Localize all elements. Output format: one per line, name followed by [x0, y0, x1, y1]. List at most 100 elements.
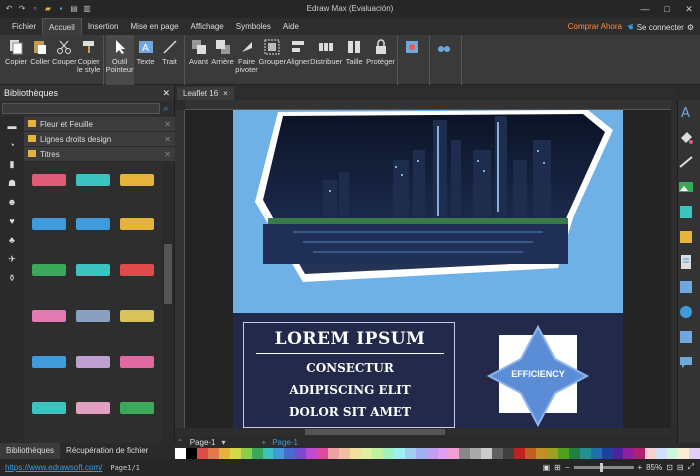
banner-shape[interactable]: [32, 174, 66, 186]
hyperlink-icon[interactable]: [678, 304, 694, 320]
color-palette[interactable]: [175, 448, 700, 459]
send-backward-button[interactable]: Arrière: [211, 35, 235, 85]
fill-icon[interactable]: [678, 129, 694, 145]
export-icon[interactable]: ▥: [82, 4, 92, 14]
shadow-icon[interactable]: [678, 204, 694, 220]
banner-shape[interactable]: [32, 310, 66, 322]
banner-shape[interactable]: [76, 174, 110, 186]
add-page-icon[interactable]: +: [262, 438, 267, 447]
close-library-icon[interactable]: ✕: [164, 132, 175, 147]
zoom-in-icon[interactable]: +: [638, 463, 643, 472]
banner-shape[interactable]: [120, 264, 154, 276]
paste-button[interactable]: Coller: [28, 35, 52, 85]
view-normal-icon[interactable]: ▣: [543, 463, 551, 472]
size-button[interactable]: Taille: [342, 35, 366, 85]
category-2-icon[interactable]: ◔: [0, 136, 24, 155]
zoom-out-icon[interactable]: −: [565, 463, 570, 472]
close-tab-icon[interactable]: ×: [223, 87, 228, 100]
settings-icon[interactable]: ⚙: [687, 23, 694, 32]
close-button[interactable]: ✕: [678, 0, 700, 18]
copy-style-button[interactable]: Copier le style: [77, 35, 101, 85]
library-item-fleur[interactable]: Fleur et Feuille ✕: [24, 117, 175, 132]
zoom-slider-knob[interactable]: [599, 462, 603, 472]
full-screen-icon[interactable]: ⤢: [688, 462, 694, 472]
banner-shape[interactable]: [76, 264, 110, 276]
canvas-horizontal-scrollbar[interactable]: [175, 428, 671, 436]
category-5-icon[interactable]: ☻: [0, 193, 24, 212]
properties-icon[interactable]: [678, 279, 694, 295]
distribute-button[interactable]: Distribuer: [310, 35, 342, 85]
hscroll-thumb[interactable]: [305, 429, 445, 435]
banner-shape[interactable]: [120, 174, 154, 186]
close-library-icon[interactable]: ✕: [164, 147, 175, 162]
view-fit-icon[interactable]: ⊞: [554, 463, 561, 472]
fit-width-icon[interactable]: ⊟: [677, 463, 684, 472]
banner-shape[interactable]: [32, 264, 66, 276]
library-item-titres[interactable]: Titres ✕: [24, 147, 175, 162]
image-icon[interactable]: [678, 179, 694, 195]
copy-button[interactable]: Copier: [4, 35, 28, 85]
banner-shape[interactable]: [76, 310, 110, 322]
open-folder-icon[interactable]: ▰: [43, 4, 53, 14]
banner-shape[interactable]: [32, 356, 66, 368]
flyer-text-box[interactable]: LOREM IPSUM CONSECTUR ADIPISCING ELIT DO…: [243, 322, 455, 428]
minimize-button[interactable]: —: [634, 0, 656, 18]
buy-now-link[interactable]: Comprar Ahora: [568, 22, 622, 31]
text-tool-button[interactable]: A Texte: [134, 35, 158, 85]
undo-icon[interactable]: ↶: [4, 4, 14, 14]
banner-shape[interactable]: [76, 356, 110, 368]
comment-icon[interactable]: [678, 354, 694, 370]
theme-button[interactable]: [400, 35, 424, 85]
search-icon[interactable]: ⌕: [160, 103, 172, 114]
flyer-page[interactable]: LOREM IPSUM CONSECTUR ADIPISCING ELIT DO…: [233, 110, 623, 428]
page-nav-icon[interactable]: ⌃: [177, 438, 184, 447]
align-button[interactable]: Aligner: [286, 35, 310, 85]
line-tool-button[interactable]: Trait: [158, 35, 182, 85]
library-search-input[interactable]: [2, 102, 160, 114]
tab-insertion[interactable]: Insertion: [82, 18, 125, 35]
tab-symboles[interactable]: Symboles: [230, 18, 277, 35]
text-format-icon[interactable]: A: [678, 104, 694, 121]
layer-icon[interactable]: [678, 229, 694, 245]
category-7-icon[interactable]: ♣: [0, 231, 24, 250]
tab-aide[interactable]: Aide: [277, 18, 305, 35]
protect-button[interactable]: Protéger: [366, 35, 395, 85]
flyer-navy-panel[interactable]: LOREM IPSUM CONSECTUR ADIPISCING ELIT DO…: [233, 313, 623, 428]
tab-libraries[interactable]: Bibliothèques: [0, 443, 61, 459]
gallery-scrollbar[interactable]: [162, 164, 174, 443]
banner-shape[interactable]: [120, 310, 154, 322]
category-3-icon[interactable]: ▮: [0, 155, 24, 174]
fit-page-icon[interactable]: ⊡: [666, 463, 673, 472]
tab-file-recovery[interactable]: Récupération de fichier: [60, 443, 154, 459]
rotate-button[interactable]: Faire pivoter: [235, 35, 259, 85]
drawing-canvas[interactable]: LOREM IPSUM CONSECTUR ADIPISCING ELIT DO…: [185, 110, 671, 428]
find-button[interactable]: [432, 35, 456, 85]
flyer-line-1[interactable]: CONSECTUR: [244, 361, 456, 375]
scroll-thumb[interactable]: [164, 244, 172, 304]
document-tab[interactable]: Leaflet 16 ×: [177, 87, 234, 100]
bring-forward-button[interactable]: Avant: [187, 35, 211, 85]
banner-shape[interactable]: [120, 356, 154, 368]
banner-shape[interactable]: [32, 402, 66, 414]
tab-accueil[interactable]: Accueil: [42, 18, 82, 35]
pointer-tool-button[interactable]: Outil Pointeur: [105, 35, 134, 85]
category-9-icon[interactable]: ⚱: [0, 269, 24, 288]
cut-button[interactable]: Couper: [52, 35, 77, 85]
flyer-title[interactable]: LOREM IPSUM: [244, 329, 456, 349]
page-tab[interactable]: Page-1: [190, 438, 216, 447]
close-panel-icon[interactable]: ✕: [162, 85, 174, 101]
attachment-icon[interactable]: [678, 329, 694, 345]
city-photo[interactable]: [233, 110, 623, 310]
zoom-slider[interactable]: [573, 462, 634, 472]
library-item-lignes[interactable]: Lignes droits design ✕: [24, 132, 175, 147]
sign-in[interactable]: ● Se connecter ⚙: [628, 22, 694, 32]
save-icon[interactable]: ▪: [56, 4, 66, 14]
tab-mise-en-page[interactable]: Mise en page: [125, 18, 185, 35]
efficiency-badge-label[interactable]: EFFICIENCY: [483, 369, 593, 379]
redo-icon[interactable]: ↷: [17, 4, 27, 14]
banner-shape[interactable]: [32, 218, 66, 230]
group-button[interactable]: Grouper: [259, 35, 286, 85]
flyer-line-3[interactable]: DOLOR SIT AMET: [244, 405, 456, 419]
category-6-icon[interactable]: ♥: [0, 212, 24, 231]
page-dropdown-icon[interactable]: ▾: [222, 438, 226, 447]
